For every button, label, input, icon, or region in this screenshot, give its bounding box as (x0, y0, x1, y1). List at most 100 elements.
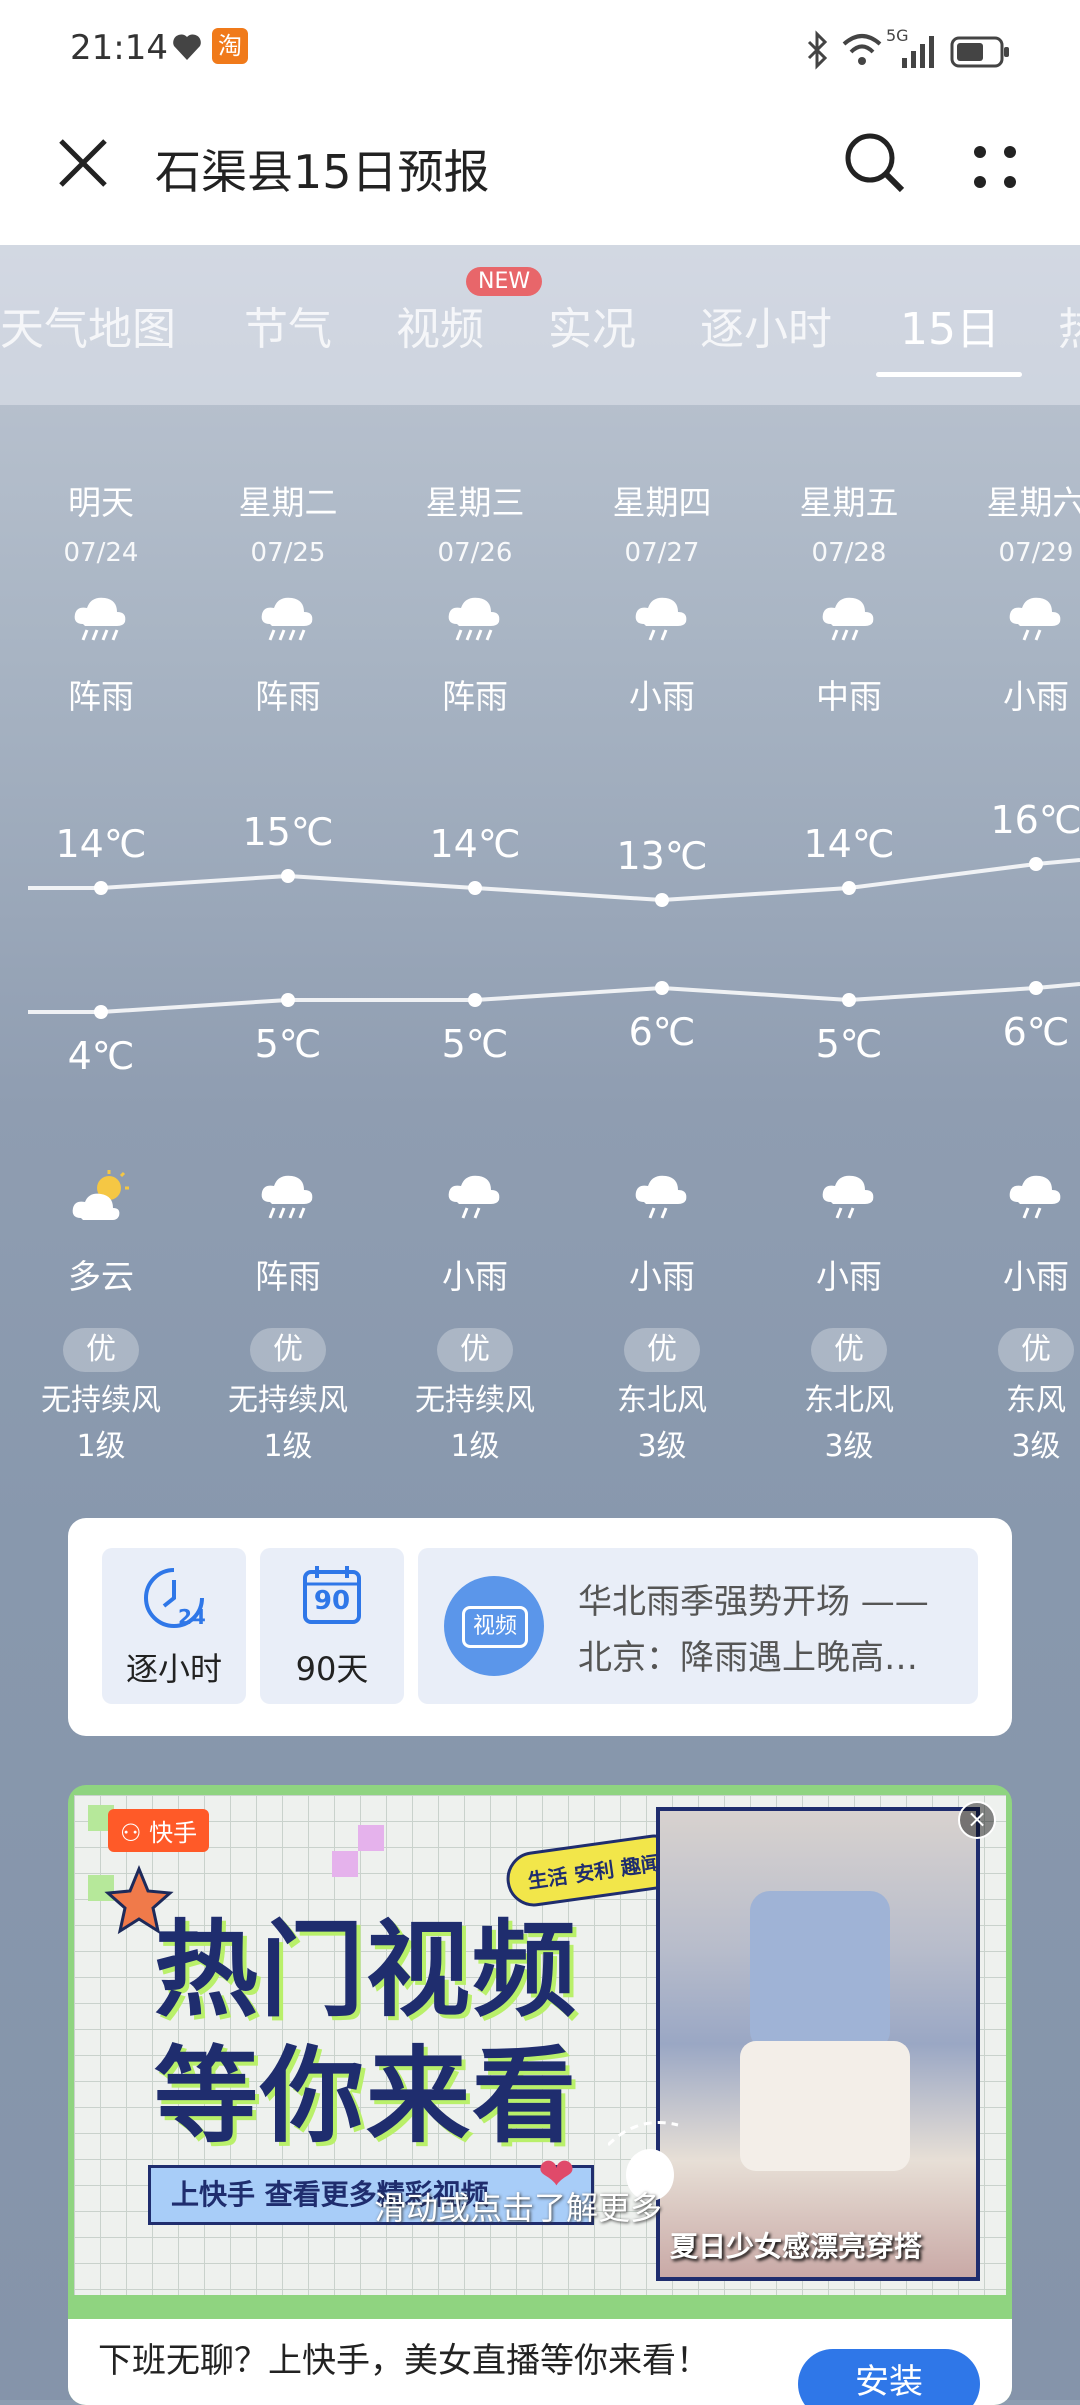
high-temp-point (655, 893, 669, 907)
day-condition: 小雨 (629, 677, 695, 716)
day-condition: 小雨 (1003, 677, 1069, 716)
news-headline: 华北雨季强势开场 —— (578, 1582, 929, 1622)
tab-hourly[interactable]: 逐小时 (700, 293, 832, 357)
close-icon[interactable] (55, 135, 111, 191)
aqi-badge: 优 (437, 1328, 513, 1372)
light-rain-icon (630, 590, 694, 650)
low-temp-label: 5℃ (815, 1022, 883, 1066)
night-condition: 阵雨 (255, 1257, 321, 1296)
title-bar: 石渠县15日预报 (0, 100, 1080, 245)
photo-caption: 夏日少女感漂亮穿搭 (670, 2230, 923, 2263)
low-temp-line (28, 982, 1080, 1014)
low-temp-point (468, 993, 482, 1007)
day-name: 星期六 (986, 483, 1080, 522)
moderate-rain-icon (817, 590, 881, 650)
day-name: 明天 (68, 483, 134, 522)
install-button[interactable]: 安装 (798, 2349, 980, 2405)
day-name: 星期五 (799, 483, 899, 522)
day-column[interactable]: 星期六 07/29 (956, 476, 1080, 568)
active-tab-indicator (876, 372, 1022, 377)
day-name: 星期四 (612, 483, 712, 522)
low-temp-label: 6℃ (628, 1010, 696, 1054)
tab-solar-terms[interactable]: 节气 (244, 293, 332, 357)
tab-live[interactable]: 实况 (548, 293, 636, 357)
bluetooth-icon (805, 30, 831, 70)
wind-direction: 东北风 (804, 1383, 894, 1418)
day-column[interactable]: 星期三 07/26 (395, 476, 555, 568)
high-temp-label: 13℃ (616, 834, 708, 878)
day-column[interactable]: 星期四 07/27 (582, 476, 742, 568)
wind-direction: 无持续风 (228, 1383, 348, 1418)
ninety-day-label: 90天 (295, 1650, 369, 1688)
new-badge: NEW (466, 267, 543, 296)
aqi-badge: 优 (250, 1328, 326, 1372)
tab-15-day[interactable]: 15日 (900, 293, 1000, 357)
swipe-hint: 滑动或点击了解更多 (374, 2189, 663, 2227)
light-rain-icon (1004, 1168, 1068, 1228)
ad-close-icon[interactable]: × (958, 1801, 996, 1839)
low-temp-point (94, 1005, 108, 1019)
day-air-wind: 优 无持续风 1级 (395, 1328, 555, 1470)
ad-headline-2: 等你来看 (154, 2035, 579, 2157)
night-condition: 小雨 (442, 1257, 508, 1296)
day-column[interactable]: 星期五 07/28 (769, 476, 929, 568)
more-options-icon[interactable] (972, 144, 1022, 190)
battery-icon (950, 36, 1010, 68)
tab-weather-map[interactable]: 天气地图 (0, 293, 176, 357)
low-temp-label: 5℃ (441, 1022, 509, 1066)
high-temp-label: 14℃ (55, 822, 147, 866)
kuaishou-brand-tag: ⚇ 快手 (108, 1809, 210, 1852)
search-icon[interactable] (842, 130, 908, 196)
shower-icon (256, 1168, 320, 1228)
ad-description: 下班无聊？上快手，美女直播等你来看！ (98, 2341, 710, 2381)
wifi-icon (840, 30, 884, 70)
wind-level: 3级 (824, 1429, 874, 1464)
tab-video[interactable]: 视频 (396, 293, 484, 357)
news-subline: 北京：降雨遇上晚高… (578, 1638, 918, 1678)
video-news-card[interactable]: 视频 华北雨季强势开场 —— 北京：降雨遇上晚高… (418, 1548, 978, 1704)
aqi-badge: 优 (63, 1328, 139, 1372)
ad-info-bar: 下班无聊？上快手，美女直播等你来看！ 安装 (68, 2319, 1012, 2405)
wind-level: 1级 (263, 1429, 313, 1464)
low-temp-point (1029, 981, 1043, 995)
day-date: 07/28 (811, 538, 887, 568)
outfit-skirt (740, 2041, 910, 2171)
brand-name: 快手 (149, 1819, 198, 1847)
wind-level: 1级 (450, 1429, 500, 1464)
pixel-decoration (358, 1825, 384, 1851)
day-name: 星期二 (238, 483, 338, 522)
high-temp-point (281, 869, 295, 883)
tab-bar: 天气地图 节气 视频 NEW 实况 逐小时 15日 热 (0, 245, 1080, 405)
day-date: 07/29 (998, 538, 1074, 568)
day-condition: 阵雨 (255, 677, 321, 716)
clock-24-icon: 24 (142, 1566, 206, 1630)
high-temp-label: 14℃ (429, 822, 521, 866)
partly-cloudy-icon (69, 1168, 133, 1228)
wind-direction: 无持续风 (415, 1383, 535, 1418)
wind-direction: 东风 (1006, 1383, 1066, 1418)
day-date: 07/24 (63, 538, 139, 568)
light-rain-icon (817, 1168, 881, 1228)
night-condition: 小雨 (1003, 1257, 1069, 1296)
status-time: 21:14 (70, 28, 168, 68)
day-condition: 阵雨 (68, 677, 134, 716)
ad-photo[interactable]: 夏日少女感漂亮穿搭 (656, 1807, 980, 2281)
light-rain-icon (443, 1168, 507, 1228)
ad-card[interactable]: ⚇ 快手 热门视频 等你来看 生活 安利 趣闻 上快手 查看更多精彩视频 ❤ 夏… (68, 1785, 1012, 2405)
wind-level: 3级 (1011, 1429, 1061, 1464)
day-column[interactable]: 星期二 07/25 (208, 476, 368, 568)
calendar-90-icon: 90 (302, 1564, 362, 1626)
status-bar: 21:14 淘 5G (0, 0, 1080, 100)
light-rain-icon (630, 1168, 694, 1228)
hourly-shortcut[interactable]: 24 逐小时 (102, 1548, 246, 1704)
outfit-top (750, 1891, 890, 2051)
tab-hot[interactable]: 热 (1058, 293, 1080, 357)
day-air-wind: 优 东北风 3级 (582, 1328, 742, 1470)
day-column[interactable]: 明天 07/24 (21, 476, 181, 568)
day-air-wind: 优 无持续风 1级 (208, 1328, 368, 1470)
ninety-day-shortcut[interactable]: 90 90天 (260, 1548, 404, 1704)
hourly-label: 逐小时 (125, 1650, 222, 1688)
page-title: 石渠县15日预报 (155, 145, 490, 199)
high-temp-label: 15℃ (242, 810, 334, 854)
day-condition: 阵雨 (442, 677, 508, 716)
